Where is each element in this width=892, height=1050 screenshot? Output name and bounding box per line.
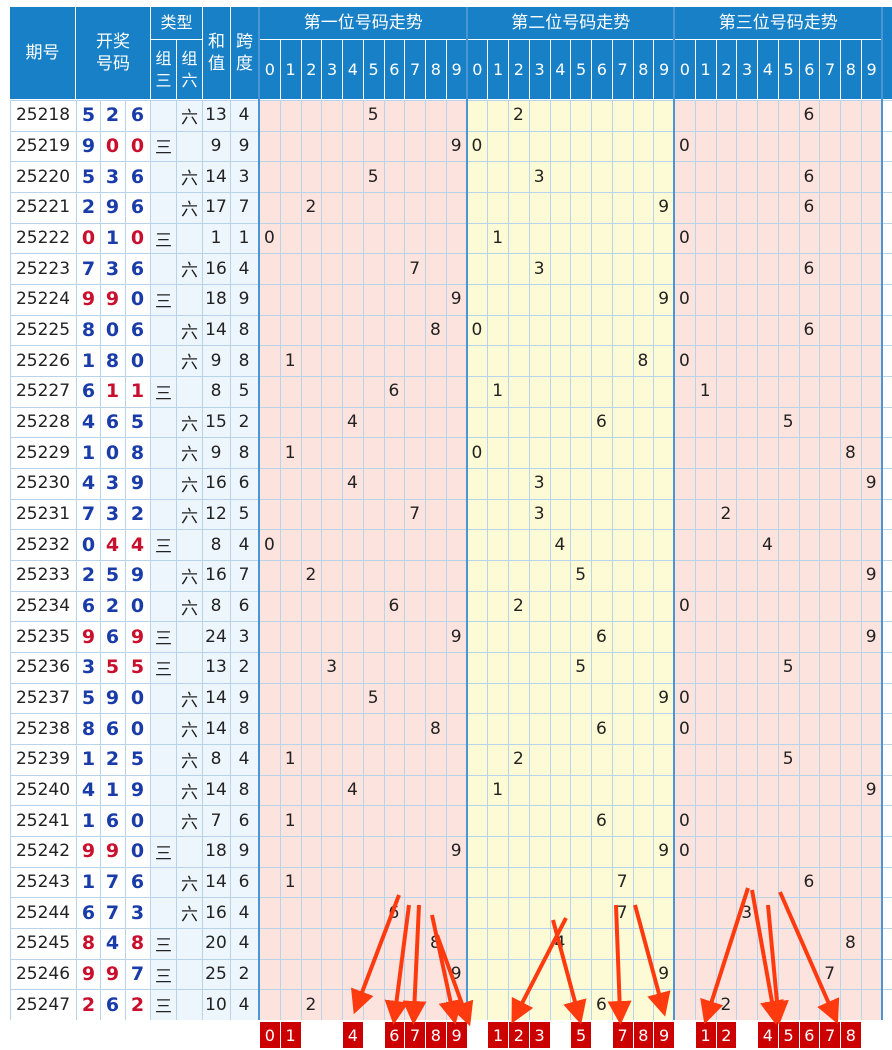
arrow: [384, 904, 411, 1025]
arrow: [551, 919, 587, 1025]
arrow: [511, 917, 568, 1024]
arrow: [351, 894, 401, 1015]
arrow: [778, 891, 840, 1024]
arrow: [430, 914, 463, 1025]
annotation-arrows: [351, 887, 840, 1027]
arrow: [402, 904, 427, 1025]
arrow: [607, 904, 632, 1025]
arrow: [633, 904, 671, 1017]
trend-chart: 期号 开奖 号码 类型 组三 组六 和值 跨度 第一位号码走势 第二位号码走势 第三…: [0, 0, 892, 1050]
arrow: [700, 887, 750, 1025]
